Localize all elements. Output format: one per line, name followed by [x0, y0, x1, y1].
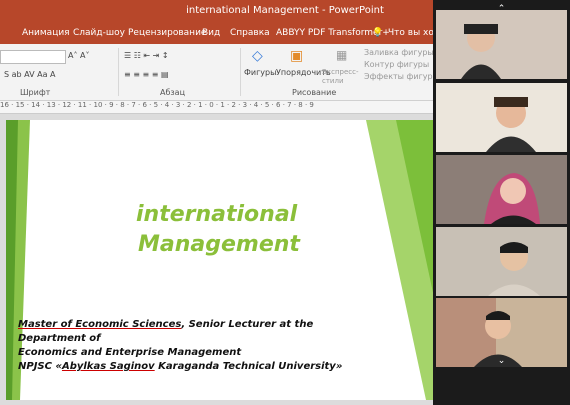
- font-size-box[interactable]: [0, 50, 66, 64]
- arrange-icon[interactable]: ▣: [290, 48, 303, 64]
- shape-effects-button[interactable]: Эффекты фигуры: [364, 72, 439, 81]
- align-icons[interactable]: ≡ ≡ ≡ ≡ ▤: [124, 70, 169, 79]
- quick-styles-icon[interactable]: ▦: [336, 48, 347, 62]
- group-drawing-label: Рисование: [292, 88, 337, 97]
- font-format-icons[interactable]: S ab AV Aa A: [4, 70, 56, 79]
- ribbon: A˄ A˅ S ab AV Aa A Шрифт ☰ ☷ ⇤ ⇥ ↕ ≡ ≡ ≡…: [0, 44, 440, 101]
- subtitle-org-prefix: NPJSC «: [18, 361, 62, 372]
- font-grow-icon[interactable]: A˄ A˅: [68, 51, 90, 60]
- slide-title-line1: international: [136, 202, 298, 227]
- separator: [240, 48, 241, 96]
- quick-styles-button[interactable]: Экспресс-стили: [322, 68, 362, 86]
- participant-video-tile[interactable]: [436, 10, 567, 79]
- participant-video-tile[interactable]: [436, 155, 567, 224]
- group-paragraph-label: Абзац: [160, 88, 186, 97]
- tab-animation[interactable]: Анимация: [22, 28, 70, 38]
- video-participants-panel: ⌃ ⌄: [433, 0, 570, 405]
- tab-slideshow[interactable]: Слайд-шоу: [73, 28, 125, 38]
- ruler: 16 · 15 · 14 · 13 · 12 · 11 · 10 · 9 · 8…: [0, 101, 440, 114]
- shape-fill-button[interactable]: Заливка фигуры: [364, 48, 434, 57]
- tab-view[interactable]: Вид: [202, 28, 220, 38]
- group-font-label: Шрифт: [20, 88, 51, 97]
- subtitle-department: Economics and Enterprise Management: [18, 347, 242, 358]
- subtitle-degree: Master of Economic Sciences: [18, 319, 182, 330]
- subtitle-org-name: Abylkas Saginov: [61, 361, 155, 372]
- subtitle-org-suffix: Karaganda Technical University»: [154, 361, 343, 372]
- slide-title-line2: Management: [138, 232, 300, 257]
- shapes-icon[interactable]: ◇: [252, 48, 263, 64]
- lightbulb-icon: 💡: [372, 28, 384, 38]
- participant-video-tile[interactable]: [436, 227, 567, 296]
- list-icons[interactable]: ☰ ☷ ⇤ ⇥ ↕: [124, 51, 169, 60]
- slide-subtitle: Master of Economic Sciences, Senior Lect…: [18, 318, 378, 374]
- tab-help[interactable]: Справка: [230, 28, 270, 38]
- slide-canvas: international Management Master of Econo…: [0, 114, 490, 405]
- participant-video-tile[interactable]: [436, 83, 567, 152]
- shape-outline-button[interactable]: Контур фигуры: [364, 60, 429, 69]
- chevron-down-icon[interactable]: ⌄: [433, 356, 570, 366]
- separator: [118, 48, 119, 96]
- slide[interactable]: international Management Master of Econo…: [6, 120, 490, 400]
- tab-review[interactable]: Рецензирование: [128, 28, 206, 38]
- shapes-button[interactable]: Фигуры: [244, 68, 276, 77]
